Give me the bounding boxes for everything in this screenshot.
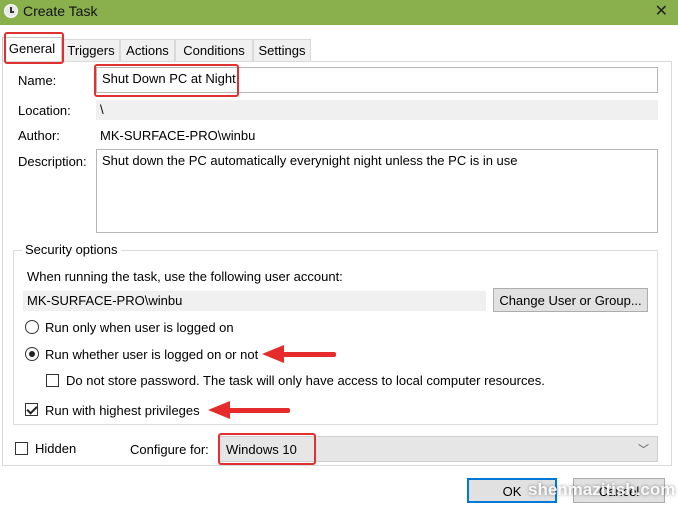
arrow-run-whether-icon bbox=[262, 345, 336, 363]
tab-settings[interactable]: Settings bbox=[253, 39, 311, 61]
tab-triggers[interactable]: Triggers bbox=[62, 39, 120, 61]
tab-conditions[interactable]: Conditions bbox=[175, 39, 253, 61]
highlight-general-tab bbox=[4, 32, 64, 64]
configure-for-label: Configure for: bbox=[130, 442, 209, 457]
close-icon[interactable]: ✕ bbox=[655, 1, 668, 21]
run-whether-logged-on-label: Run whether user is logged on or not bbox=[45, 347, 259, 362]
account-prompt: When running the task, use the following… bbox=[27, 269, 343, 284]
highest-privileges-checkbox[interactable] bbox=[25, 403, 38, 416]
hidden-checkbox[interactable] bbox=[15, 442, 28, 455]
author-value: MK-SURFACE-PRO\winbu bbox=[100, 128, 256, 143]
tab-actions[interactable]: Actions bbox=[120, 39, 175, 61]
highlight-name-field bbox=[94, 64, 239, 97]
watermark: shenmazitish.com bbox=[528, 480, 676, 499]
highest-privileges-label: Run with highest privileges bbox=[45, 403, 200, 418]
arrow-highest-privileges-icon bbox=[208, 401, 290, 419]
hidden-label: Hidden bbox=[35, 441, 77, 456]
description-label: Description: bbox=[18, 154, 87, 169]
author-label: Author: bbox=[18, 128, 60, 143]
highlight-configure-for bbox=[218, 433, 316, 465]
location-value: \ bbox=[96, 100, 658, 120]
run-only-logged-on-radio[interactable] bbox=[25, 320, 39, 334]
run-whether-logged-on-radio[interactable] bbox=[25, 347, 39, 361]
do-not-store-password-checkbox[interactable] bbox=[46, 374, 59, 387]
description-input[interactable]: Shut down the PC automatically everynigh… bbox=[96, 149, 658, 233]
tab-strip: General Triggers Actions Conditions Sett… bbox=[2, 37, 672, 62]
task-scheduler-clock-icon bbox=[4, 4, 18, 18]
location-label: Location: bbox=[18, 103, 71, 118]
user-account-value: MK-SURFACE-PRO\winbu bbox=[23, 291, 486, 311]
title-bar: Create Task ✕ bbox=[0, 0, 678, 25]
change-user-button[interactable]: Change User or Group... bbox=[493, 288, 648, 312]
run-only-logged-on-label: Run only when user is logged on bbox=[45, 320, 234, 335]
security-options-title: Security options bbox=[22, 242, 121, 257]
do-not-store-password-label: Do not store password. The task will onl… bbox=[66, 373, 545, 388]
chevron-down-icon: ﹀ bbox=[638, 444, 649, 456]
name-label: Name: bbox=[18, 73, 57, 88]
window-title: Create Task bbox=[23, 3, 98, 19]
